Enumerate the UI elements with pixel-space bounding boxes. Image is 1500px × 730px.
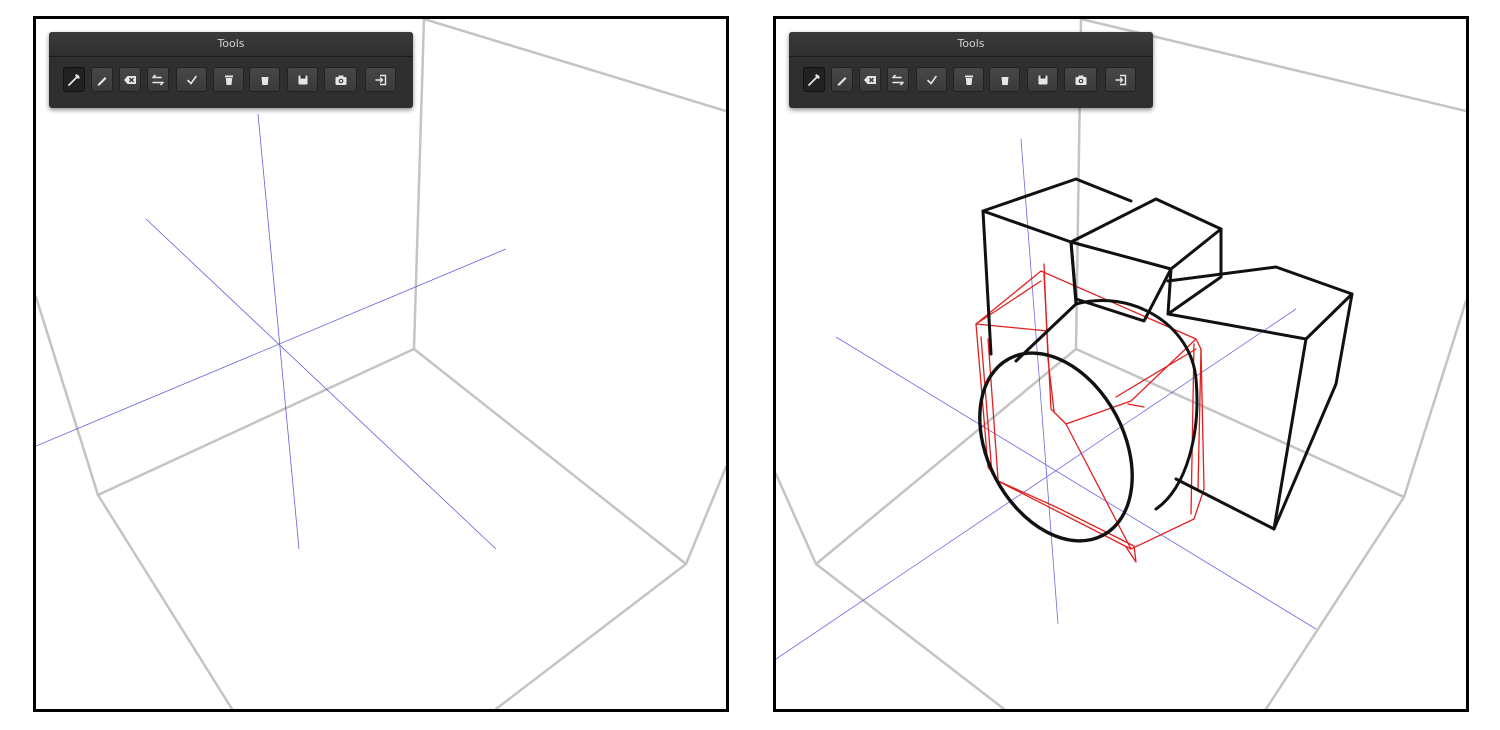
viewfinder-side [1166,227,1223,316]
eraser-tool-button[interactable] [859,67,881,92]
room-edges [36,19,726,709]
camera-body-top-left-back [981,177,1133,213]
axis-horizontal-x [36,248,507,447]
trash-icon [964,75,973,85]
exit-button[interactable] [365,67,396,92]
eraser-icon [124,75,136,84]
red-box-inner-back [1043,273,1197,425]
viewfinder-top [1069,197,1223,271]
room-edge-vertical-back [412,19,426,351]
camera-body-top-right-front [1166,292,1354,341]
exit-icon [374,74,386,85]
axis-vertical [257,113,300,550]
screenshot-button[interactable] [1064,67,1097,92]
screenshot-button[interactable] [324,67,357,92]
tools-panel[interactable]: Tools [789,32,1153,108]
axis-horizontal-z [145,218,497,550]
brush-icon [68,73,80,86]
pencil-icon [837,76,847,85]
save-icon [1038,75,1047,84]
room-edges [776,19,1466,709]
red-construct-vertical [1043,263,1055,412]
camera-body-right-front-edge [1272,337,1308,531]
axis-horizontal-x [776,308,1297,660]
room-edge-floor-left [96,347,416,497]
room-edge-floor-front-left [96,493,234,709]
pencil-tool-button[interactable] [91,67,113,92]
room-edge-floor-left [814,347,1078,566]
eraser-tool-button[interactable] [119,67,141,92]
sketch-viewport-left[interactable]: Tools [33,16,729,712]
trash-all-icon [1001,76,1008,85]
lens-front-ellipse [978,351,1134,543]
clear-all-button[interactable] [989,67,1020,92]
save-button[interactable] [287,67,318,92]
room-edge-right-wall [684,465,726,566]
trash-all-icon [261,76,268,85]
swap-icon [892,74,904,85]
save-icon [298,75,307,84]
confirm-button[interactable] [176,67,207,92]
3d-canvas[interactable] [36,19,726,709]
red-box-inner-edge [1065,423,1132,550]
room-edge-right-wall [1402,299,1466,499]
eraser-icon [864,75,876,84]
camera-body-left-edge [981,209,993,356]
room-edge-floor-front-right [1264,495,1406,709]
confirm-button[interactable] [916,67,947,92]
save-button[interactable] [1027,67,1058,92]
axis-guides [36,113,507,550]
camera-icon [1075,75,1086,85]
clear-all-button[interactable] [249,67,280,92]
room-edge-floor-right [412,347,688,566]
axis-vertical [1020,138,1059,625]
tools-panel[interactable]: Tools [49,32,413,108]
camera-body-right-back-edge [1272,292,1354,531]
pencil-tool-button[interactable] [831,67,853,92]
check-icon [926,75,937,85]
delete-button[interactable] [953,67,984,92]
swap-tool-button[interactable] [147,67,169,92]
room-edge-ceiling [422,19,726,113]
3d-canvas[interactable] [776,19,1466,709]
brush-tool-button[interactable] [63,67,85,92]
tools-button-row [789,67,1153,93]
red-construct-line-bottom [997,480,1137,563]
tools-button-row [49,67,413,93]
brush-icon [808,73,820,86]
check-icon [186,75,197,85]
room-edge-left-wall [36,295,100,497]
room-edge-left-wall [776,472,818,566]
swap-icon [152,74,164,85]
camera-body-top-right-back [1166,265,1354,296]
axis-guides [776,138,1317,660]
sketch-viewport-right[interactable]: Tools [773,16,1469,712]
exit-icon [1114,74,1126,85]
room-edge-floor-front-right [494,562,688,709]
camera-icon [335,75,346,85]
black-sketch-strokes [978,177,1354,543]
room-edge-floor-right [1074,347,1406,499]
trash-icon [224,75,233,85]
swap-tool-button[interactable] [887,67,909,92]
delete-button[interactable] [213,67,244,92]
tools-panel-title: Tools [789,32,1153,57]
viewfinder-front [1069,240,1173,323]
room-edge-floor-front-left [814,562,1006,709]
exit-button[interactable] [1105,67,1136,92]
tools-panel-title: Tools [49,32,413,57]
brush-tool-button[interactable] [803,67,825,92]
axis-horizontal-z [835,336,1317,630]
pencil-icon [97,76,107,85]
